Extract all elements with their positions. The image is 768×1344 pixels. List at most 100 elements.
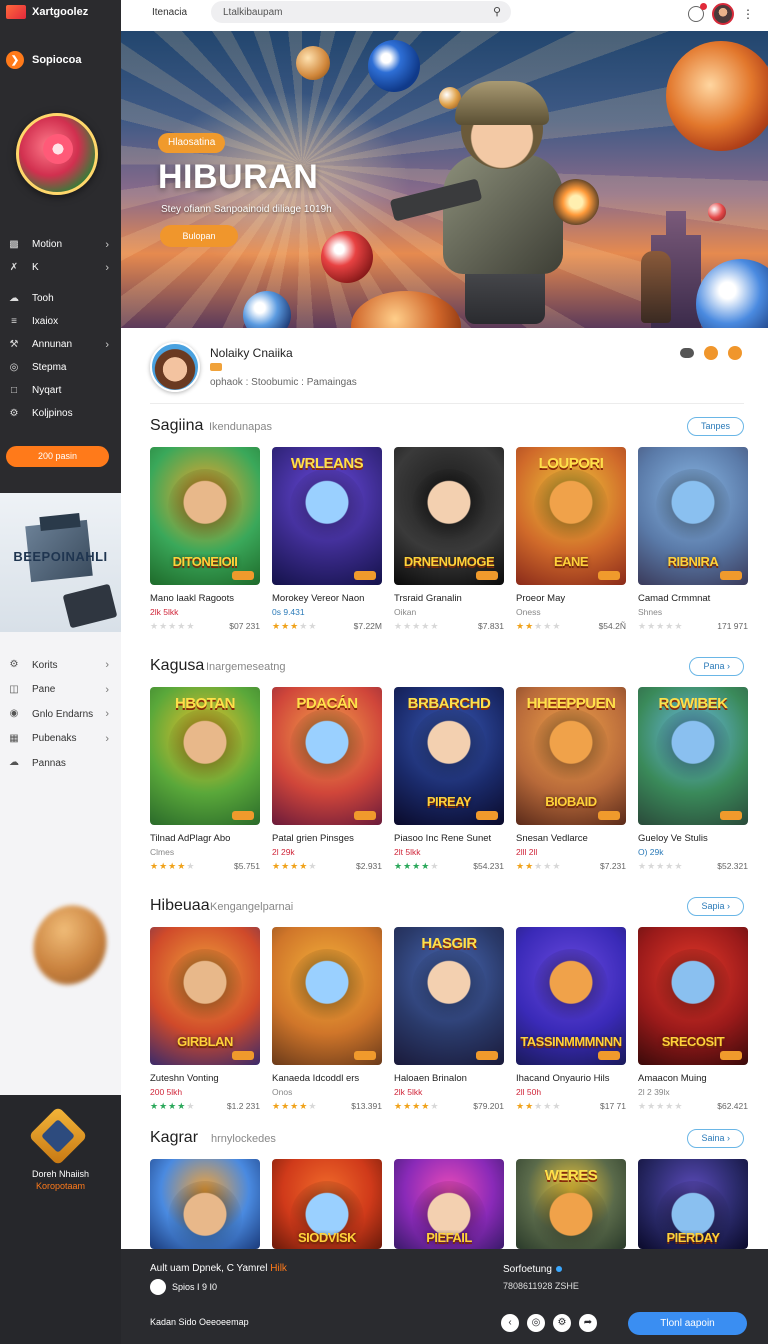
nav-home-link[interactable]: Itenacia — [152, 7, 187, 18]
game-thumbnail[interactable]: BRBARCHD PIREAY — [394, 687, 504, 825]
sidebar-item-ixaiox[interactable]: ≡ Ixaiox — [0, 310, 121, 333]
game-title[interactable]: Zuteshn Vonting — [150, 1073, 260, 1084]
profile-avatar[interactable] — [150, 342, 200, 392]
sidebar-item-k[interactable]: ✗ K › — [0, 256, 121, 279]
game-thumbnail[interactable]: RIBNIRA — [638, 447, 748, 585]
game-title[interactable]: Patal grien Pinsges — [272, 833, 382, 844]
game-card[interactable]: SIODVISK — [272, 1159, 382, 1249]
hero-banner[interactable]: Hlaosatina HIBURAN Stey ofiann Sanpoaino… — [121, 31, 768, 328]
sidebar-avatar[interactable] — [16, 113, 98, 195]
game-card[interactable]: PIEFAIL — [394, 1159, 504, 1249]
game-thumbnail[interactable]: WRLEANS — [272, 447, 382, 585]
game-title[interactable]: Gueloy Ve Stulis — [638, 833, 748, 844]
section-more-button[interactable]: Tanpes — [686, 417, 744, 436]
hero-cta-button[interactable]: Bulopan — [160, 225, 238, 247]
hero-category-pill[interactable]: Hlaosatina — [158, 133, 226, 153]
game-thumbnail[interactable]: ROWIBEK — [638, 687, 748, 825]
game-card[interactable]: WRLEANS Morokey Vereor Naon 0s 9.431 ★★★★★ $… — [272, 447, 382, 632]
game-thumbnail[interactable]: TASSINMMMNNN — [516, 927, 626, 1065]
game-title[interactable]: Morokey Vereor Naon — [272, 593, 382, 604]
game-thumbnail[interactable]: WERES — [516, 1159, 626, 1249]
game-card[interactable]: DITONEIOII Mano laakl Ragoots 2lk 5lkk ★★★★… — [150, 447, 260, 632]
game-thumbnail[interactable]: HASGIR — [394, 927, 504, 1065]
game-title[interactable]: Camad Crmmnat — [638, 593, 748, 604]
user-avatar[interactable] — [712, 3, 734, 25]
game-thumbnail[interactable]: DRNENUMOGE — [394, 447, 504, 585]
game-title[interactable]: Tilnad AdPlagr Abo — [150, 833, 260, 844]
app-logo[interactable]: Xartgoolez — [6, 5, 88, 19]
share-icon[interactable]: ➦ — [579, 1314, 597, 1332]
game-thumbnail[interactable]: SIODVISK — [272, 1159, 382, 1249]
target-icon[interactable]: ◎ — [527, 1314, 545, 1332]
game-card[interactable]: RIBNIRA Camad Crmmnat Shnes ★★★★★ 171 971 — [638, 447, 748, 632]
search-icon[interactable]: ⚲ — [493, 5, 501, 18]
sidebar-item-koljpinos[interactable]: ⚙ Koljpinos — [0, 402, 121, 425]
game-thumbnail[interactable]: PDACÁN — [272, 687, 382, 825]
bottom-headline-highlight[interactable]: Hilk — [270, 1263, 287, 1274]
more-options-icon[interactable]: ⋮ — [742, 7, 754, 21]
sidebar-item-korits[interactable]: ⚙ Korits › — [0, 653, 121, 678]
sidebar-item-pubenaks[interactable]: ▦ Pubenaks › — [0, 727, 121, 752]
game-card[interactable]: ROWIBEK Gueloy Ve Stulis O) 29k ★★★★★ $52.32… — [638, 687, 748, 872]
game-title[interactable]: Trsraid Granalin — [394, 593, 504, 604]
game-card[interactable]: SRECOSIT Amaacon Muing 2l 2 39lx ★★★★★ $62.4… — [638, 927, 748, 1112]
orange-dot-icon[interactable] — [704, 346, 718, 360]
game-thumbnail[interactable]: PIEFAIL — [394, 1159, 504, 1249]
search-input[interactable]: Ltalkibaupam ⚲ — [211, 1, 511, 23]
game-thumbnail[interactable]: SRECOSIT — [638, 927, 748, 1065]
sidebar-item-nyqart[interactable]: □ Nyqart — [0, 379, 121, 402]
game-thumbnail[interactable]: DITONEIOII — [150, 447, 260, 585]
game-card[interactable]: WERES — [516, 1159, 626, 1249]
sidebar-item-motion[interactable]: ▩ Motion › — [0, 233, 121, 256]
game-card[interactable]: DRNENUMOGE Trsraid Granalin Oikan ★★★★★ $7.8… — [394, 447, 504, 632]
game-title[interactable]: Haloaen Brinalon — [394, 1073, 504, 1084]
game-card[interactable]: GIRBLAN Zuteshn Vonting 200 5lkh ★★★★★ $1.2 … — [150, 927, 260, 1112]
sidebar-item-annunan[interactable]: ⚒ Annunan › — [0, 333, 121, 356]
game-title[interactable]: Piasoo Inc Rene Sunet — [394, 833, 504, 844]
gamepad-icon[interactable] — [680, 348, 694, 358]
game-card[interactable]: Kanaeda Idcoddl ers Onos ★★★★★ $13.391 — [272, 927, 382, 1112]
game-title[interactable]: Mano laakl Ragoots — [150, 593, 260, 604]
footer-link[interactable]: Koropotaam — [0, 1181, 121, 1191]
game-card[interactable]: HBOTAN Tilnad AdPlagr Abo Clmes ★★★★★ $5.751 — [150, 687, 260, 872]
game-card[interactable] — [150, 1159, 260, 1249]
game-card[interactable]: TASSINMMMNNN Ihacand Onyaurio Hils 2ll 50h… — [516, 927, 626, 1112]
sidebar-item-pannas[interactable]: ☁ Pannas — [0, 751, 121, 776]
bottom-cta-button[interactable]: Tlonl aapoin — [628, 1312, 747, 1335]
profile-name[interactable]: Nolaiky Cnaiika — [210, 346, 293, 360]
game-card[interactable]: HHEEPPUEN BIOBAID Snesan Vedlarce 2lll 2ll ★… — [516, 687, 626, 872]
sidebar-promo-banner[interactable]: BEEPOINAHLI — [0, 493, 121, 632]
game-title[interactable]: Kanaeda Idcoddl ers — [272, 1073, 382, 1084]
gear-icon[interactable]: ⚙ — [553, 1314, 571, 1332]
game-subtitle: 2l 29k — [272, 847, 295, 857]
back-icon[interactable]: ‹ — [501, 1314, 519, 1332]
game-thumbnail[interactable]: LOUPORI EANE — [516, 447, 626, 585]
notification-bell-icon[interactable] — [688, 3, 707, 22]
sidebar-item-stepma[interactable]: ◎ Stepma — [0, 356, 121, 379]
game-card[interactable]: PIERDAY — [638, 1159, 748, 1249]
game-title[interactable]: Ihacand Onyaurio Hils — [516, 1073, 626, 1084]
section-more-button[interactable]: Saina › — [687, 1129, 744, 1148]
game-thumbnail[interactable] — [150, 1159, 260, 1249]
game-card[interactable]: LOUPORI EANE Proeor May Oness ★★★★★ $54.2Ñ — [516, 447, 626, 632]
orange-dot-icon[interactable] — [728, 346, 742, 360]
sidebar-cta-button[interactable]: 200 pasin — [6, 446, 109, 467]
sidebar-item-gnlo-endarns[interactable]: ◉ Gnlo Endarns › — [0, 702, 121, 727]
game-card[interactable]: BRBARCHD PIREAY Piasoo Inc Rene Sunet 2lt 5… — [394, 687, 504, 872]
game-title[interactable]: Proeor May — [516, 593, 626, 604]
sidebar-item-tooh[interactable]: ☁ Tooh — [0, 287, 121, 310]
game-card[interactable]: PDACÁN Patal grien Pinsges 2l 29k ★★★★★ $2.9… — [272, 687, 382, 872]
sidebar-brand[interactable]: ❯ Sopiocoa — [6, 51, 82, 69]
game-title[interactable]: Amaacon Muing — [638, 1073, 748, 1084]
game-card[interactable]: HASGIR Haloaen Brinalon 2lk 5lkk ★★★★★ $79.2… — [394, 927, 504, 1112]
game-thumbnail[interactable]: PIERDAY — [638, 1159, 748, 1249]
game-title[interactable]: Snesan Vedlarce — [516, 833, 626, 844]
game-thumbnail[interactable]: HHEEPPUEN BIOBAID — [516, 687, 626, 825]
section-more-button[interactable]: Sapia › — [687, 897, 744, 916]
footer-title: Doreh Nhaiish — [31, 1169, 90, 1179]
game-thumbnail[interactable]: HBOTAN — [150, 687, 260, 825]
game-thumbnail[interactable] — [272, 927, 382, 1065]
game-thumbnail[interactable]: GIRBLAN — [150, 927, 260, 1065]
section-more-button[interactable]: Pana › — [689, 657, 744, 676]
sidebar-item-pane[interactable]: ◫ Pane › — [0, 678, 121, 703]
